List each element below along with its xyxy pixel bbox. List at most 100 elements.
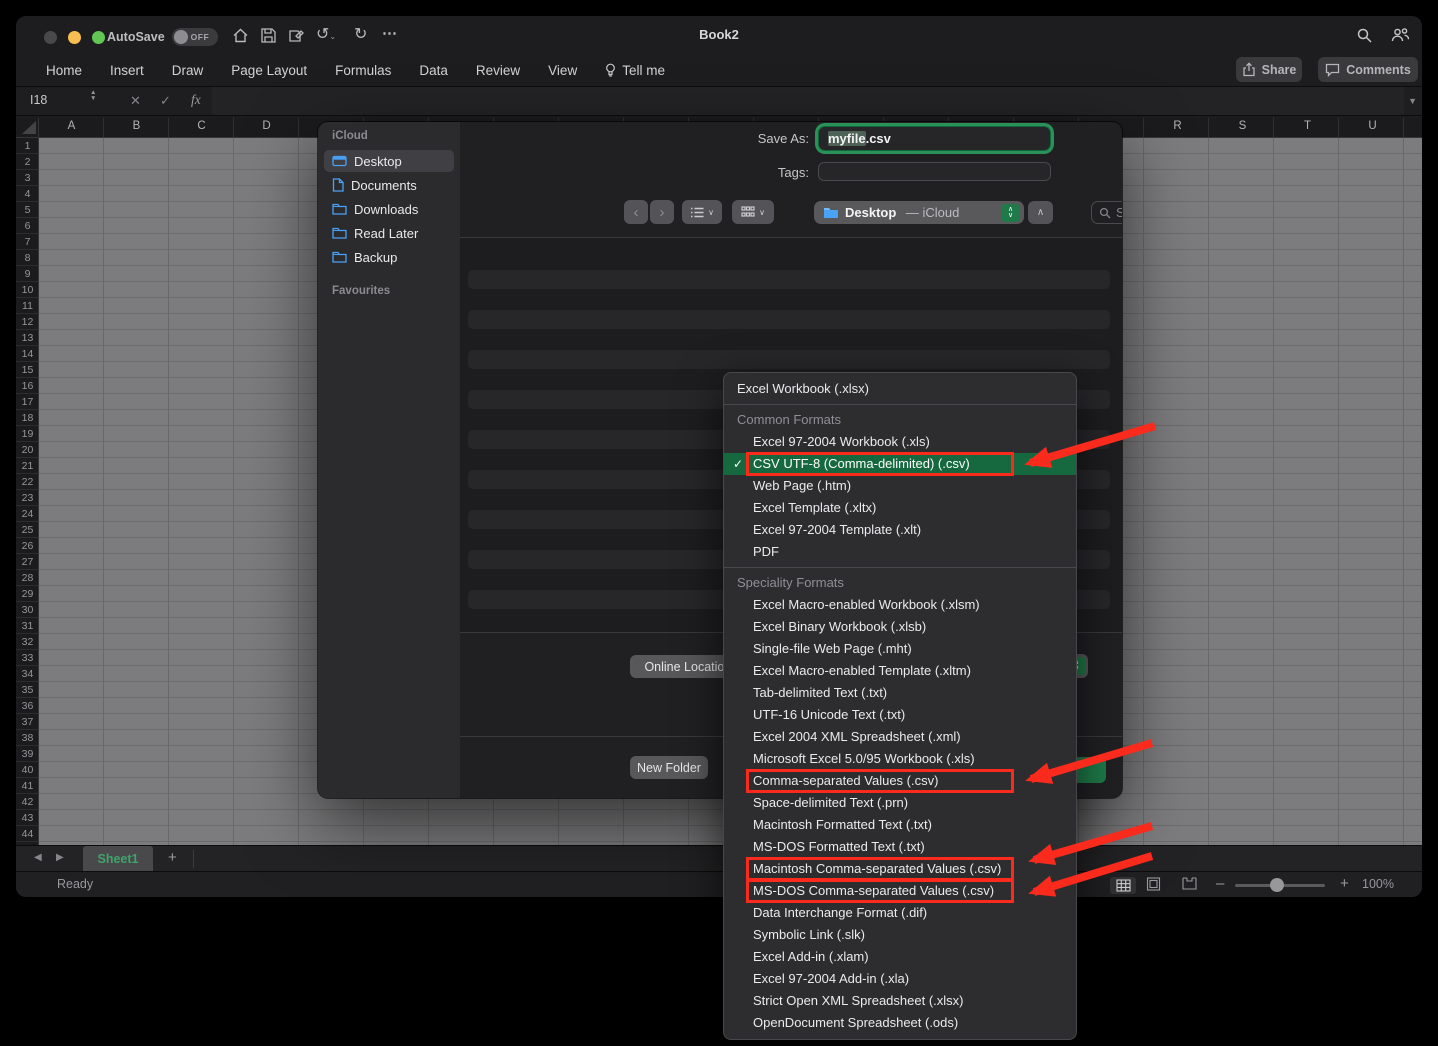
row-header[interactable]: 31 [16,618,39,634]
row-header[interactable]: 42 [16,794,39,810]
search-input[interactable]: Search [1091,201,1122,224]
forward-button[interactable]: › [650,200,674,224]
format-option-macintosh-formatted-text-txt[interactable]: Macintosh Formatted Text (.txt) [724,814,1076,836]
sheet-tab[interactable]: Sheet1 [83,846,153,872]
format-option-web-page-htm[interactable]: Web Page (.htm) [724,475,1076,497]
row-header[interactable]: 9 [16,266,39,282]
row-header[interactable]: 35 [16,682,39,698]
row-header[interactable]: 8 [16,250,39,266]
location-popup[interactable]: Desktop — iCloud ∧∨ [814,201,1024,224]
column-header-s[interactable]: S [1210,120,1275,132]
zoom-level[interactable]: 100% [1362,877,1394,891]
format-option-excel-97-2004-template-xlt[interactable]: Excel 97-2004 Template (.xlt) [724,519,1076,541]
row-header[interactable]: 11 [16,298,39,314]
row-header[interactable]: 21 [16,458,39,474]
select-all-corner[interactable] [16,118,39,138]
row-header[interactable]: 32 [16,634,39,650]
format-option-symbolic-link-slk[interactable]: Symbolic Link (.slk) [724,924,1076,946]
format-option-excel-97-2004-workbook-xls[interactable]: Excel 97-2004 Workbook (.xls) [724,431,1076,453]
formula-bar-expand-icon[interactable]: ▼ [1408,96,1417,106]
next-sheet-icon[interactable]: ▶ [56,852,64,863]
row-header[interactable]: 33 [16,650,39,666]
sidebar-item-documents[interactable]: Documents [324,174,454,196]
format-option-pdf[interactable]: PDF [724,541,1076,563]
format-option-strict-open-xml-spreadsheet-xlsx[interactable]: Strict Open XML Spreadsheet (.xlsx) [724,990,1076,1012]
row-header[interactable]: 16 [16,378,39,394]
row-header[interactable]: 3 [16,170,39,186]
filename-input[interactable]: myfile.csv [818,126,1051,151]
sidebar-item-read-later[interactable]: Read Later [324,222,454,244]
row-header[interactable]: 41 [16,778,39,794]
column-header-c[interactable]: C [169,120,234,132]
search-icon[interactable] [1356,27,1373,44]
share-button[interactable]: Share [1236,57,1302,82]
tab-home[interactable]: Home [46,63,82,78]
format-option-excel-binary-workbook-xlsb[interactable]: Excel Binary Workbook (.xlsb) [724,616,1076,638]
format-option-csv-utf-8-comma-delimited-csv[interactable]: ✓CSV UTF-8 (Comma-delimited) (.csv) [724,453,1076,475]
row-header[interactable]: 36 [16,698,39,714]
page-break-view-icon[interactable] [1182,877,1197,890]
format-option-opendocument-spreadsheet-ods[interactable]: OpenDocument Spreadsheet (.ods) [724,1012,1076,1034]
zoom-out-button[interactable]: – [1216,875,1224,892]
group-view-button[interactable]: ∨ [732,200,774,224]
collapse-dialog-button[interactable]: ∧ [1028,201,1053,224]
sidebar-item-backup[interactable]: Backup [324,246,454,268]
page-layout-view-icon[interactable] [1146,877,1161,891]
back-button[interactable]: ‹ [624,200,648,224]
row-header[interactable]: 40 [16,762,39,778]
sidebar-item-desktop[interactable]: Desktop [324,150,454,172]
row-header[interactable]: 34 [16,666,39,682]
format-option-excel-workbook-xlsx[interactable]: Excel Workbook (.xlsx) [724,378,1076,400]
format-option-excel-macro-enabled-workbook-xlsm[interactable]: Excel Macro-enabled Workbook (.xlsm) [724,594,1076,616]
tags-input[interactable] [818,162,1051,181]
zoom-slider-knob[interactable] [1270,878,1284,892]
format-option-comma-separated-values-csv[interactable]: Comma-separated Values (.csv) [724,770,1076,792]
confirm-entry-icon[interactable]: ✓ [160,93,171,109]
row-header[interactable]: 26 [16,538,39,554]
tab-review[interactable]: Review [476,63,520,78]
format-option-excel-add-in-xlam[interactable]: Excel Add-in (.xlam) [724,946,1076,968]
format-option-single-file-web-page-mht[interactable]: Single-file Web Page (.mht) [724,638,1076,660]
row-header[interactable]: 13 [16,330,39,346]
tab-formulas[interactable]: Formulas [335,63,391,78]
format-option-tab-delimited-text-txt[interactable]: Tab-delimited Text (.txt) [724,682,1076,704]
row-header[interactable]: 4 [16,186,39,202]
row-header[interactable]: 24 [16,506,39,522]
row-header[interactable]: 7 [16,234,39,250]
comments-button[interactable]: Comments [1318,57,1418,82]
people-icon[interactable] [1391,27,1410,43]
format-option-data-interchange-format-dif[interactable]: Data Interchange Format (.dif) [724,902,1076,924]
row-header[interactable]: 6 [16,218,39,234]
tab-draw[interactable]: Draw [172,63,204,78]
format-option-ms-dos-formatted-text-txt[interactable]: MS-DOS Formatted Text (.txt) [724,836,1076,858]
column-header-u[interactable]: U [1340,120,1405,132]
format-option-macintosh-comma-separated-values-csv[interactable]: Macintosh Comma-separated Values (.csv) [724,858,1076,880]
row-header[interactable]: 25 [16,522,39,538]
row-header[interactable]: 1 [16,138,39,154]
row-header[interactable]: 10 [16,282,39,298]
insert-function-icon[interactable]: fx [191,92,201,108]
row-header[interactable]: 20 [16,442,39,458]
row-header[interactable]: 17 [16,394,39,410]
row-header[interactable]: 2 [16,154,39,170]
format-option-space-delimited-text-prn[interactable]: Space-delimited Text (.prn) [724,792,1076,814]
format-option-excel-template-xltx[interactable]: Excel Template (.xltx) [724,497,1076,519]
tab-data[interactable]: Data [419,63,448,78]
format-option-ms-dos-comma-separated-values-csv[interactable]: MS-DOS Comma-separated Values (.csv) [724,880,1076,902]
new-folder-button[interactable]: New Folder [630,756,708,779]
zoom-in-button[interactable]: + [1340,875,1349,892]
row-header[interactable]: 18 [16,410,39,426]
format-option-excel-2004-xml-spreadsheet-xml[interactable]: Excel 2004 XML Spreadsheet (.xml) [724,726,1076,748]
row-header[interactable]: 29 [16,586,39,602]
row-header[interactable]: 5 [16,202,39,218]
row-header[interactable]: 38 [16,730,39,746]
column-header-d[interactable]: D [234,120,299,132]
column-header-r[interactable]: R [1145,120,1210,132]
column-header-a[interactable]: A [39,120,104,132]
name-box[interactable]: I18 [30,93,47,107]
tell-me-tab[interactable]: Tell me [605,63,665,78]
column-header-b[interactable]: B [104,120,169,132]
format-option-excel-97-2004-add-in-xla[interactable]: Excel 97-2004 Add-in (.xla) [724,968,1076,990]
row-header[interactable]: 37 [16,714,39,730]
row-header[interactable]: 27 [16,554,39,570]
